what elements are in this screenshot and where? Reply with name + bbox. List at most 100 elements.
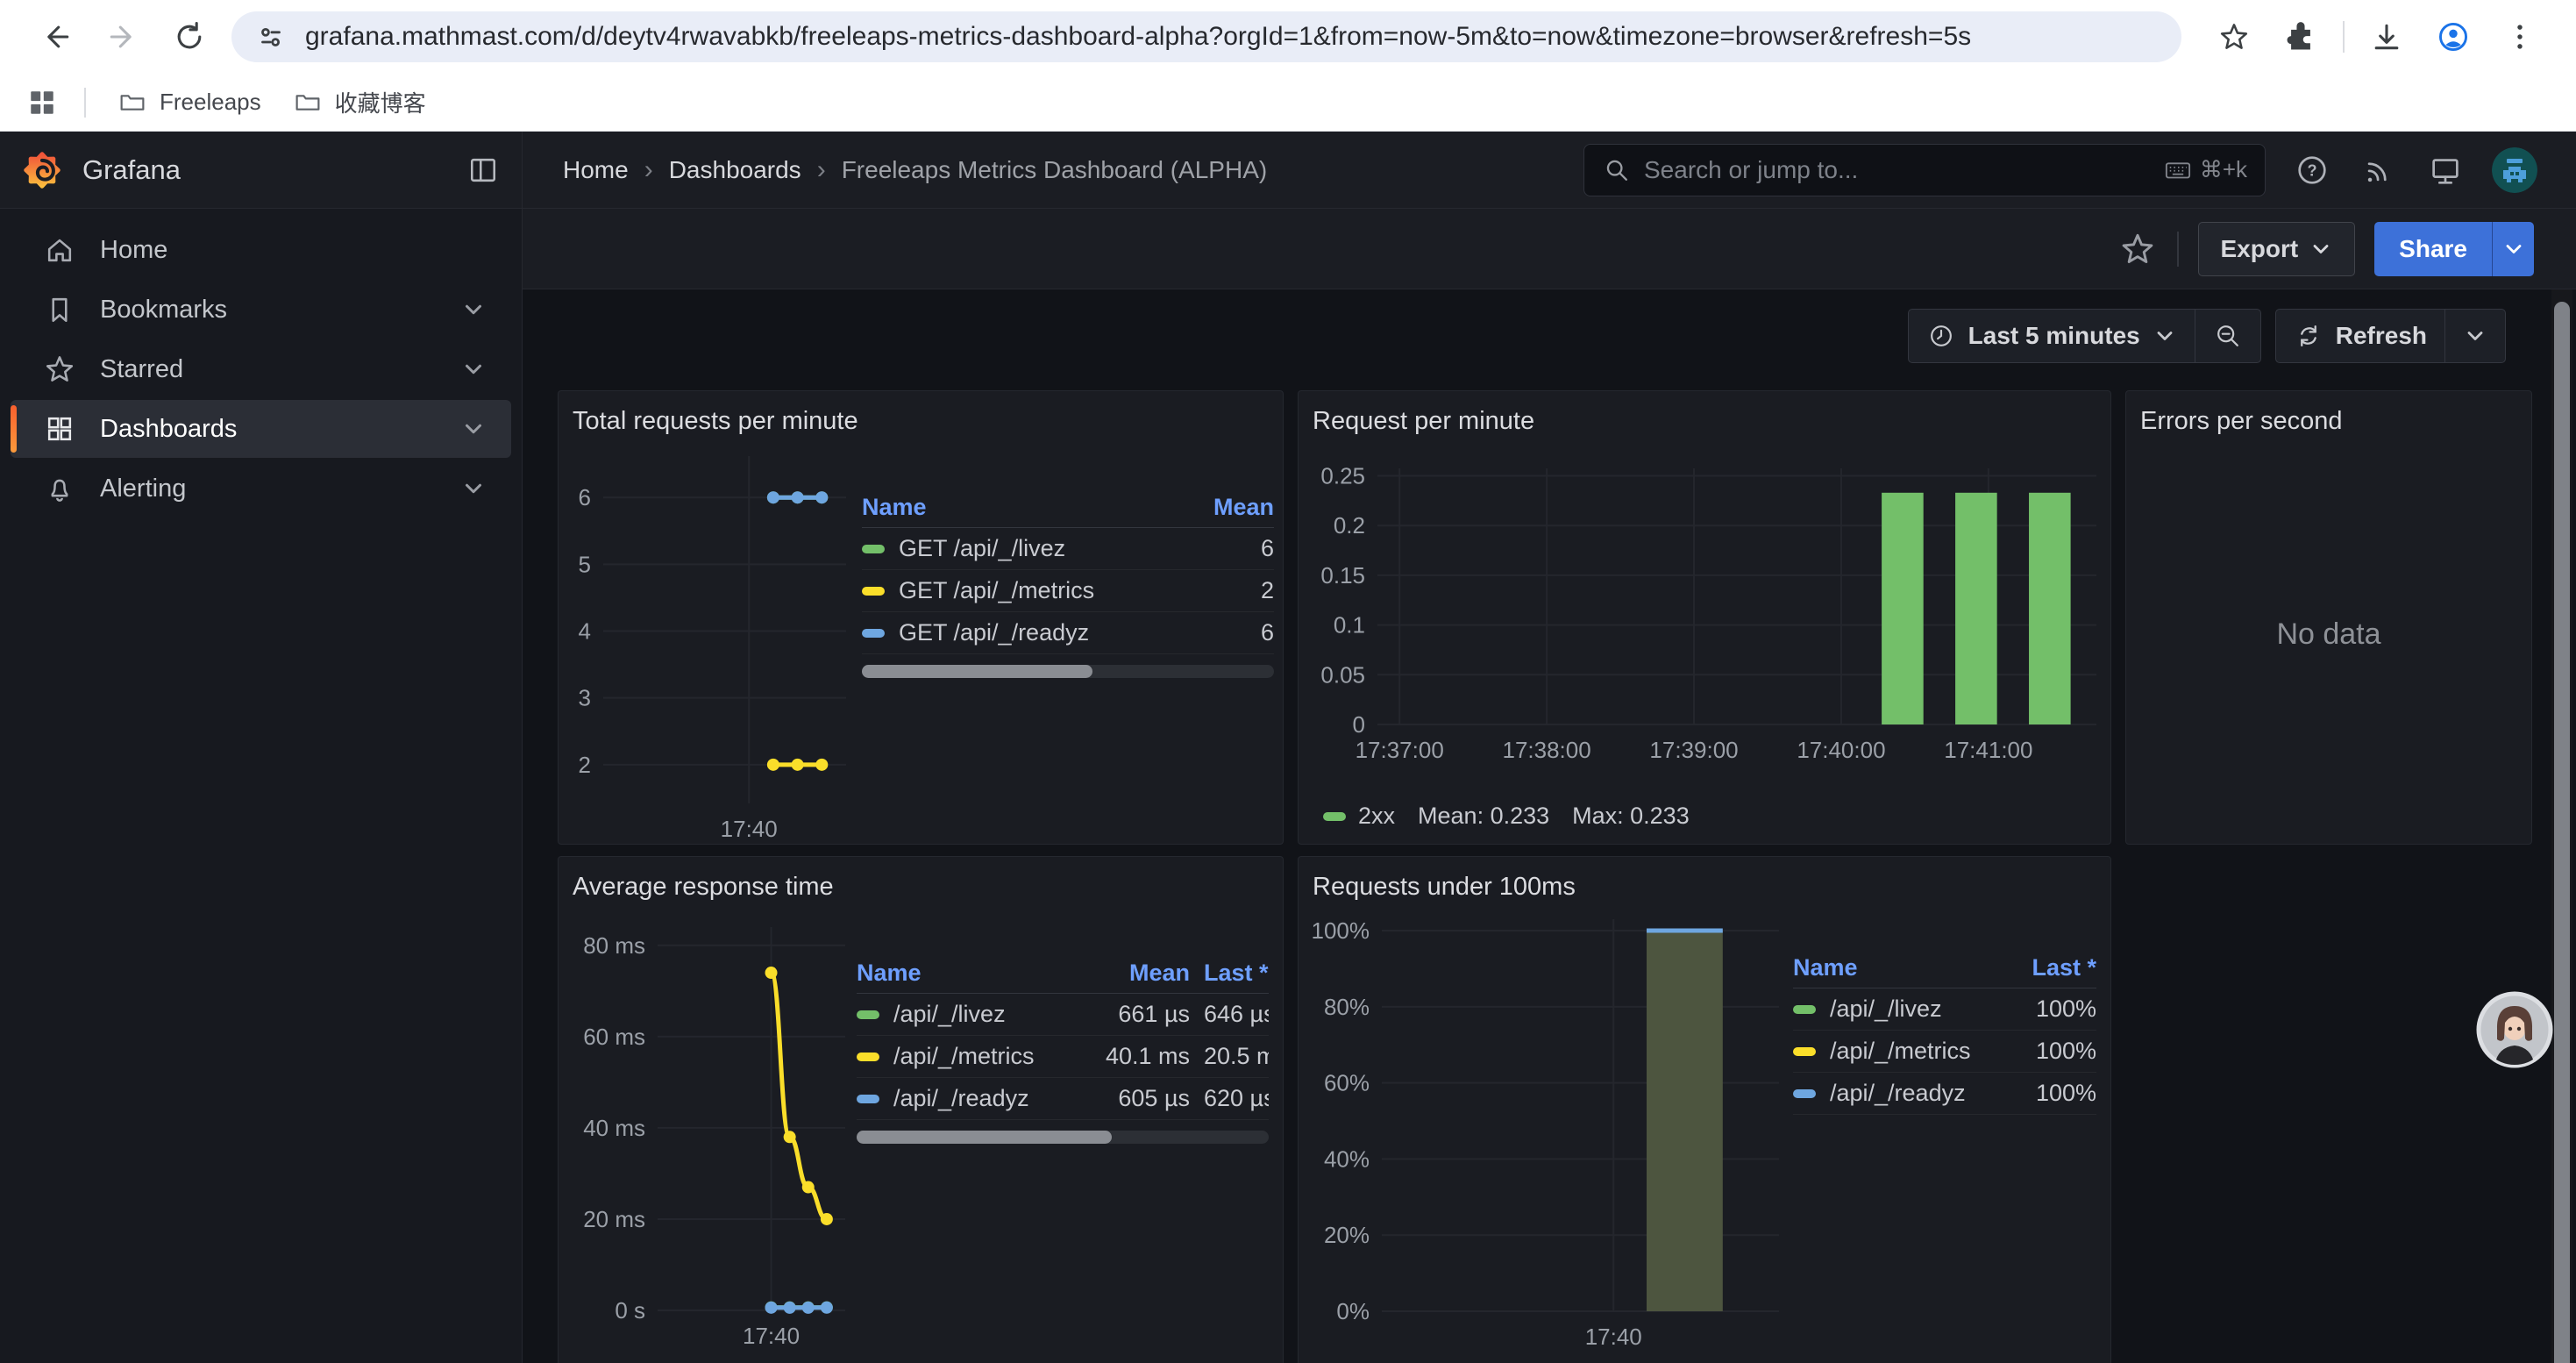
breadcrumb-separator: › — [817, 155, 826, 185]
legend: 2xx Mean: 0.233 Max: 0.233 — [1323, 803, 2096, 830]
refresh-label: Refresh — [2336, 322, 2427, 350]
refresh-icon — [2294, 321, 2323, 351]
grafana-logo — [21, 149, 63, 191]
apps-grid-button[interactable] — [25, 85, 60, 120]
time-range-picker[interactable]: Last 5 minutes — [1909, 310, 2195, 362]
mega-menu-toggle[interactable] — [466, 153, 501, 188]
legend-row-name[interactable]: /api/_/metrics — [1793, 1031, 2009, 1073]
sidebar-item-label: Dashboards — [100, 415, 460, 444]
legend-scrollbar[interactable] — [857, 1131, 1269, 1144]
legend-row-name[interactable]: /api/_/livez — [857, 994, 1058, 1036]
page-scrollbar[interactable] — [2554, 302, 2570, 1363]
browser-menu-button[interactable] — [2501, 18, 2539, 56]
svg-text:17:39:00: 17:39:00 — [1649, 737, 1738, 763]
legend-row-name[interactable]: GET /api/_/metrics — [862, 570, 1178, 612]
legend-row-name[interactable]: GET /api/_/livez — [862, 528, 1178, 570]
extensions-button[interactable] — [2281, 18, 2320, 56]
grafana-main: Export Share — [523, 209, 2576, 1363]
share-label: Share — [2399, 235, 2467, 263]
svg-text:0.1: 0.1 — [1334, 612, 1365, 639]
downloads-button[interactable] — [2367, 18, 2406, 56]
svg-text:17:38:00: 17:38:00 — [1502, 737, 1590, 763]
svg-text:17:40: 17:40 — [743, 1323, 800, 1349]
legend-row-name[interactable]: /api/_/metrics — [857, 1036, 1058, 1078]
svg-text:0.05: 0.05 — [1320, 661, 1365, 688]
search-input[interactable]: Search or jump to... ⌘+k — [1583, 144, 2266, 196]
chevron-down-icon — [460, 475, 487, 502]
bookmark-folder-blogs[interactable]: 收藏博客 — [277, 79, 442, 125]
grafana-header-main: Home › Dashboards › Freeleaps Metrics Da… — [523, 132, 2576, 209]
sidebar-item-starred[interactable]: Starred — [11, 340, 511, 398]
url-bar[interactable]: grafana.mathmast.com/d/deytv4rwavabkb/fr… — [231, 11, 2181, 62]
dashboards-icon — [42, 411, 77, 446]
legend-header-last[interactable]: Last * — [1190, 953, 1269, 994]
star-icon — [2217, 19, 2252, 54]
panel-average-response-time[interactable]: Average response time 0 s20 ms40 ms60 ms… — [558, 856, 1284, 1363]
legend-row-name[interactable]: /api/_/livez — [1793, 988, 2009, 1031]
legend-header-mean[interactable]: Mean — [1178, 488, 1274, 528]
panel-title: Requests under 100ms — [1313, 869, 2096, 904]
reload-button[interactable] — [170, 18, 209, 56]
toolbar-separator — [2177, 232, 2179, 267]
share-dropdown-button[interactable] — [2492, 222, 2534, 276]
sidebar-item-alerting[interactable]: Alerting — [11, 460, 511, 517]
svg-text:0 s: 0 s — [615, 1297, 645, 1324]
legend-item[interactable]: 2xx — [1323, 803, 1395, 830]
refresh-button[interactable]: Refresh — [2276, 310, 2444, 362]
sidebar-item-home[interactable]: Home — [11, 221, 511, 279]
legend-row-name[interactable]: GET /api/_/readyz — [862, 612, 1178, 654]
svg-text:17:40: 17:40 — [1585, 1324, 1642, 1350]
back-button[interactable] — [37, 18, 75, 56]
panel-request-per-minute[interactable]: Request per minute 00.050.10.150.20.2517… — [1298, 390, 2111, 845]
legend-row-mean: 40.1 ms — [1058, 1036, 1190, 1078]
favorite-star-button[interactable] — [2117, 229, 2158, 269]
breadcrumb-current: Freeleaps Metrics Dashboard (ALPHA) — [842, 156, 1268, 184]
monitor-button[interactable] — [2425, 150, 2466, 190]
breadcrumb-dashboards[interactable]: Dashboards — [669, 156, 801, 184]
legend-header-name[interactable]: Name — [862, 488, 1178, 528]
browser-profile-button[interactable] — [2434, 18, 2473, 56]
legend-table: Name Mean Last * /api/_/livez 661 µs 646… — [857, 953, 1269, 1144]
bookmark-folder-freeleaps[interactable]: Freeleaps — [102, 81, 277, 125]
legend-header-mean[interactable]: Mean — [1058, 953, 1190, 994]
svg-text:17:37:00: 17:37:00 — [1356, 737, 1444, 763]
refresh-interval-dropdown[interactable] — [2444, 310, 2505, 362]
share-button[interactable]: Share — [2374, 222, 2492, 276]
legend-header-name[interactable]: Name — [857, 953, 1058, 994]
legend-scrollbar[interactable] — [862, 665, 1274, 678]
folder-icon — [117, 88, 147, 118]
legend-row-value: 100% — [2009, 1031, 2096, 1073]
legend-table: Name Last * /api/_/livez 100% /api/_/met… — [1793, 948, 2096, 1115]
forward-button[interactable] — [103, 18, 142, 56]
svg-text:0: 0 — [1353, 711, 1365, 738]
url-text: grafana.mathmast.com/d/deytv4rwavabkb/fr… — [305, 22, 1971, 52]
bookmark-star-button[interactable] — [2215, 18, 2253, 56]
sidebar-item-dashboards[interactable]: Dashboards — [11, 400, 511, 458]
export-button[interactable]: Export — [2198, 222, 2355, 276]
help-button[interactable]: ? — [2292, 150, 2332, 190]
panel-total-requests-per-minute[interactable]: Total requests per minute 2345617:40 Nam… — [558, 390, 1284, 845]
panel-requests-under-100ms[interactable]: Requests under 100ms 0%20%40%60%80%100%1… — [1298, 856, 2111, 1363]
search-shortcut: ⌘+k — [2163, 155, 2247, 185]
svg-text:6: 6 — [579, 484, 591, 510]
user-avatar[interactable] — [2492, 147, 2537, 193]
average-response-time-chart: 0 s20 ms40 ms60 ms80 ms17:40 — [573, 904, 851, 1363]
panel-errors-per-second[interactable]: Errors per second No data — [2125, 390, 2532, 845]
svg-text:60 ms: 60 ms — [583, 1024, 645, 1050]
time-range-label: Last 5 minutes — [1968, 322, 2140, 350]
series-color-swatch — [857, 1053, 879, 1061]
series-color-swatch — [862, 545, 885, 553]
breadcrumb-home[interactable]: Home — [563, 156, 629, 184]
legend-row-mean: 605 µs — [1058, 1078, 1190, 1120]
grafana-header: Grafana Home › Dashboards › Freeleaps Me… — [0, 132, 2576, 209]
legend-header-name[interactable]: Name — [1793, 948, 2009, 988]
sidebar-item-bookmarks[interactable]: Bookmarks — [11, 281, 511, 339]
legend-row-name[interactable]: /api/_/readyz — [857, 1078, 1058, 1120]
zoom-out-button[interactable] — [2195, 310, 2260, 362]
legend-row-name[interactable]: /api/_/readyz — [1793, 1073, 2009, 1115]
news-button[interactable] — [2359, 150, 2399, 190]
floating-assistant-avatar[interactable] — [2476, 991, 2553, 1068]
legend-header-last[interactable]: Last * — [2009, 948, 2096, 988]
legend-max: Max: 0.233 — [1572, 803, 1690, 830]
svg-text:4: 4 — [579, 618, 591, 645]
